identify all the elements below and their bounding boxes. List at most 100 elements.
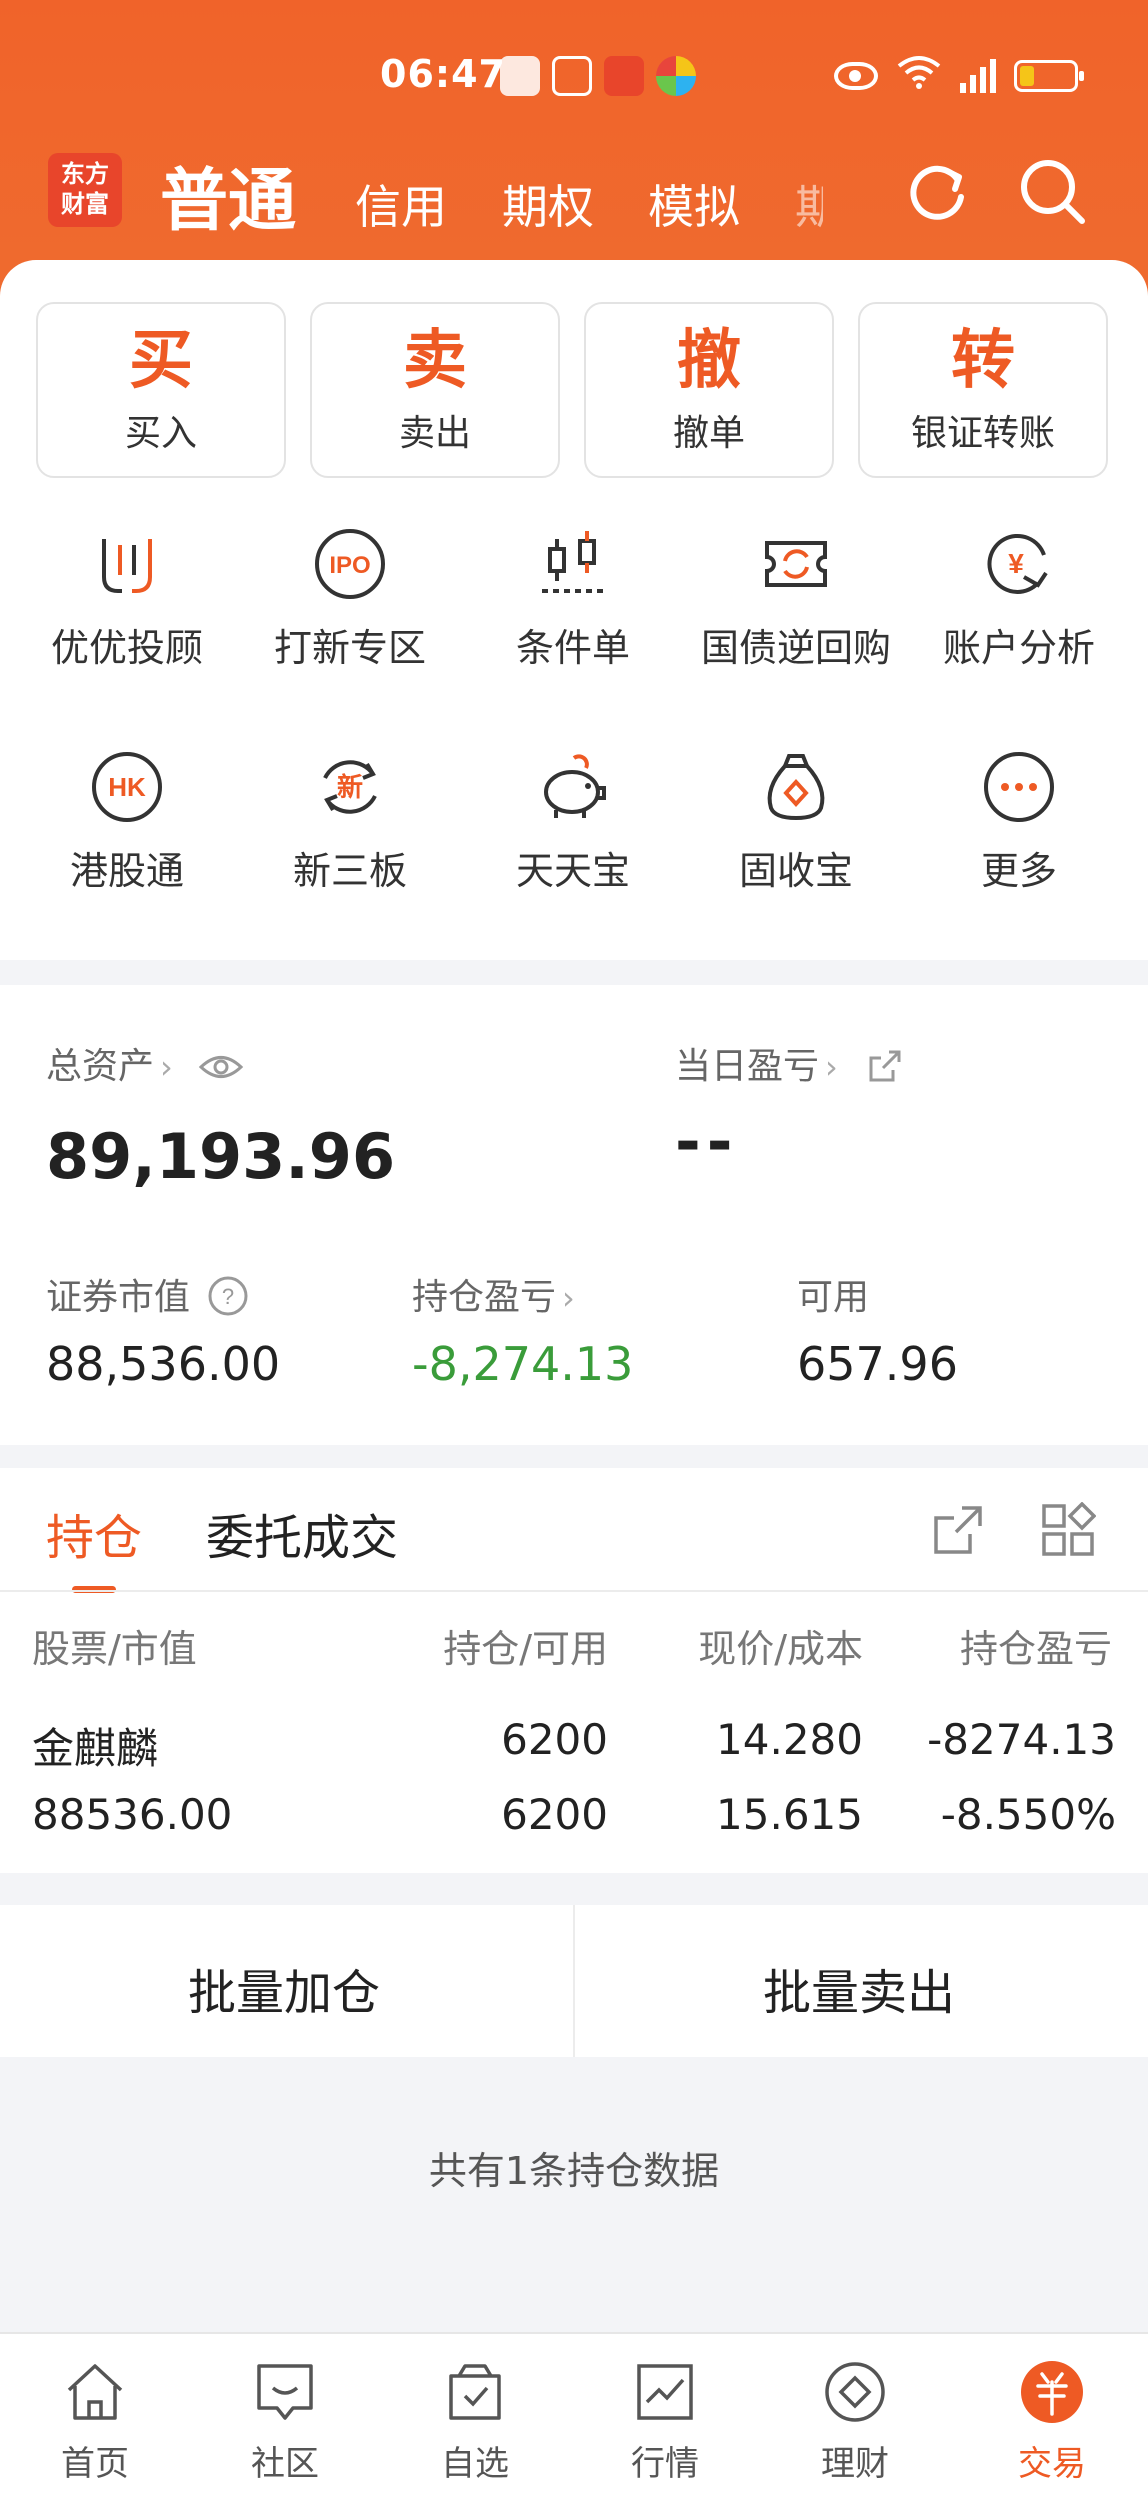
status-time: 06:47 <box>380 52 506 96</box>
tab-market[interactable]: 行情 <box>595 2358 735 2485</box>
feature-more[interactable]: 更多 <box>907 748 1131 895</box>
daily-pl-header[interactable]: 当日盈亏 › <box>675 1037 905 1089</box>
home-icon <box>67 2364 123 2420</box>
share-icon[interactable] <box>865 1046 905 1086</box>
feature-guoshoubao[interactable]: 固收宝 <box>684 748 908 895</box>
holdings-panel: 持仓 委托成交 股票/市值 持仓/可用 现价/成本 持仓盈亏 金麒麟 88536… <box>0 1468 1148 1873</box>
batch-sell-button[interactable]: 批量卖出 <box>763 1953 955 2023</box>
stock-cost: 15.615 <box>716 1790 863 1839</box>
new-third-board-icon: 新 <box>323 760 377 814</box>
batch-divider <box>573 1905 575 2057</box>
wifi-icon <box>896 54 942 98</box>
tab-options[interactable]: 期权 <box>502 171 594 237</box>
asset-summary: 总资产 › 89,193.96 当日盈亏 › -- 证券市值 ? 88,536.00… <box>0 985 1148 1445</box>
tab-watchlist[interactable]: 自选 <box>405 2358 545 2485</box>
refresh-icon[interactable] <box>905 157 971 223</box>
svg-text:HK: HK <box>108 772 146 802</box>
batch-actions: 批量加仓 批量卖出 <box>0 1905 1148 2057</box>
col-stock-market-value: 股票/市值 <box>32 1627 197 1671</box>
feature-bond-repo[interactable]: 国债逆回购 <box>684 525 908 672</box>
status-notification-icons <box>500 56 696 96</box>
status-bar: 06:47 <box>0 50 1148 110</box>
col-position-available: 持仓/可用 <box>443 1627 608 1671</box>
feature-hk-connect[interactable]: HK 港股通 <box>15 748 239 895</box>
feature-new-third-board[interactable]: 新 新三板 <box>238 748 462 895</box>
wealth-icon <box>825 2362 885 2422</box>
stock-position: 6200 <box>501 1715 608 1764</box>
bond-repo-icon <box>765 541 827 587</box>
stock-pl-percent: -8.550% <box>940 1790 1116 1839</box>
stock-name: 金麒麟 <box>32 1724 159 1773</box>
chevron-right-icon: › <box>825 1048 838 1086</box>
svg-text:IPO: IPO <box>329 552 370 579</box>
bottom-tab-bar: 首页 社区 自选 行情 理财 交易 <box>0 2332 1148 2494</box>
total-assets-header[interactable]: 总资产 › <box>46 1037 244 1089</box>
feature-uu-advisor[interactable]: 优优投顾 <box>15 525 239 672</box>
daily-pl-label: 当日盈亏 <box>675 1046 820 1087</box>
sell-button[interactable]: 卖 卖出 <box>310 302 560 478</box>
market-value-label: 证券市值 <box>46 1277 191 1318</box>
tab-normal[interactable]: 普通 <box>160 145 296 244</box>
tab-credit[interactable]: 信用 <box>355 171 447 237</box>
chevron-right-icon: › <box>562 1279 575 1317</box>
chevron-right-icon: › <box>160 1048 173 1086</box>
feature-conditional-order[interactable]: 条件单 <box>461 525 685 672</box>
eye-toggle-icon[interactable] <box>198 1052 244 1082</box>
stock-available: 6200 <box>501 1790 608 1839</box>
stock-price: 14.280 <box>716 1715 863 1764</box>
candlestick-icon <box>542 531 604 593</box>
trade-menu-card: 买 买入 卖 卖出 撤 撤单 转 银证转账 优优投顾 IPO 打新专区 条件单 … <box>0 260 1148 960</box>
position-pl-header[interactable]: 持仓盈亏 › <box>412 1268 575 1320</box>
hk-stock-icon: HK <box>92 752 162 822</box>
market-icon <box>637 2364 693 2420</box>
total-assets-value: 89,193.96 <box>46 1120 396 1193</box>
svg-text:¥: ¥ <box>1008 548 1024 579</box>
app-header: 06:47 东方 财富 普通 信用 期权 模拟 期 <box>0 0 1148 300</box>
holdings-count-note: 共有1条持仓数据 <box>428 2149 720 2193</box>
tab-simulation[interactable]: 模拟 <box>648 171 740 237</box>
notification-icon <box>604 56 644 96</box>
tab-wealth[interactable]: 理财 <box>785 2358 925 2485</box>
layout-grid-icon[interactable] <box>1040 1502 1096 1558</box>
piggy-bank-icon <box>544 754 606 818</box>
holdings-divider <box>0 1590 1148 1592</box>
search-icon[interactable] <box>1018 157 1088 227</box>
uu-advisor-icon <box>102 539 152 593</box>
market-value: 88,536.00 <box>46 1337 281 1391</box>
trade-icon <box>1021 2361 1083 2423</box>
account-type-nav: 东方 财富 普通 信用 期权 模拟 期 <box>0 145 1148 245</box>
feature-tiantianbao[interactable]: 天天宝 <box>461 748 685 895</box>
total-assets-label: 总资产 <box>46 1046 155 1087</box>
tab-orders-trades[interactable]: 委托成交 <box>206 1498 398 1568</box>
notification-icon <box>552 56 592 96</box>
help-icon[interactable]: ? <box>207 1275 249 1317</box>
buy-button[interactable]: 买 买入 <box>36 302 286 478</box>
signal-icon <box>960 59 996 93</box>
position-pl-label: 持仓盈亏 <box>412 1277 557 1318</box>
tab-positions[interactable]: 持仓 <box>46 1498 142 1568</box>
cancel-order-button[interactable]: 撤 撤单 <box>584 302 834 478</box>
feature-account-analysis[interactable]: ¥ 账户分析 <box>907 525 1131 672</box>
tab-home[interactable]: 首页 <box>25 2358 165 2485</box>
tab-more-truncated[interactable]: 期 <box>795 171 823 237</box>
status-system-icons <box>834 54 1084 98</box>
export-icon[interactable] <box>930 1502 986 1558</box>
col-price-cost: 现价/成本 <box>698 1627 863 1671</box>
battery-icon <box>1014 60 1084 92</box>
tab-community[interactable]: 社区 <box>215 2358 355 2485</box>
svg-text:新: 新 <box>337 772 363 803</box>
account-analysis-icon: ¥ <box>987 533 1048 594</box>
daily-pl-value: -- <box>675 1105 739 1178</box>
tab-trade[interactable]: 交易 <box>982 2358 1122 2485</box>
available-value: 657.96 <box>797 1337 958 1391</box>
watchlist-icon <box>449 2364 501 2420</box>
money-bag-icon <box>767 754 825 821</box>
col-position-pl: 持仓盈亏 <box>960 1627 1113 1671</box>
community-icon <box>257 2364 313 2420</box>
batch-add-button[interactable]: 批量加仓 <box>188 1953 380 2023</box>
stock-market-value: 88536.00 <box>32 1790 233 1839</box>
notification-icon <box>656 56 696 96</box>
feature-ipo-zone[interactable]: IPO 打新专区 <box>238 525 462 672</box>
svg-text:?: ? <box>222 1284 234 1309</box>
bank-transfer-button[interactable]: 转 银证转账 <box>858 302 1108 478</box>
